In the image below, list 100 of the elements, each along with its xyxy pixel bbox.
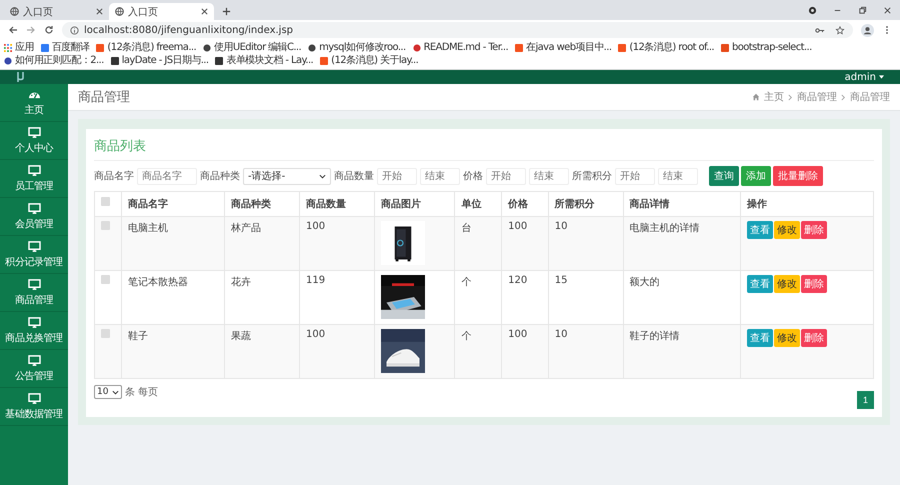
bookmark[interactable]: 在java web项目中...: [515, 41, 612, 54]
filter-label: 价格: [463, 170, 483, 183]
row-action-button[interactable]: 修改: [774, 275, 800, 293]
table-cell: 119: [306, 275, 326, 286]
bookmark[interactable]: 如何用正则匹配：2...: [4, 54, 104, 67]
favicon-icon: [721, 44, 729, 52]
browser-tab[interactable]: 入口页: [4, 3, 109, 20]
checkbox[interactable]: [101, 329, 110, 338]
input-field[interactable]: 商品名字: [137, 168, 197, 184]
table-cell: 100: [508, 329, 528, 340]
table-cell: 电脑主机: [128, 223, 168, 234]
column-header: 商品图片: [380, 199, 421, 210]
table-cell: 笔记本散热器: [128, 277, 188, 288]
home-icon: [752, 93, 760, 101]
page-title: 商品管理: [78, 89, 130, 106]
bookmark[interactable]: (12条消息) 关于lay...: [320, 54, 418, 67]
page-size-label: 条 每页: [125, 386, 158, 399]
filter-label: 商品名字: [94, 170, 134, 183]
filter-label: 所需积分: [572, 170, 612, 183]
bookmark[interactable]: mysql如何修改roo...: [308, 41, 406, 54]
page-button[interactable]: 1: [856, 391, 874, 409]
breadcrumb-link[interactable]: 商品管理: [850, 90, 890, 104]
favicon-icon: [618, 44, 626, 52]
column-header: 商品详情: [630, 199, 670, 210]
browser-tab[interactable]: 入口页: [109, 3, 214, 20]
breadcrumb-link[interactable]: 主页: [764, 90, 784, 104]
globe-icon: [10, 7, 19, 16]
bookmark[interactable]: (12条消息) root of...: [618, 41, 714, 54]
table-cell: 100: [306, 329, 326, 340]
bookmark[interactable]: bootstrap-select...: [721, 41, 812, 54]
close-icon[interactable]: [883, 6, 892, 14]
grid-icon: [4, 44, 12, 52]
bookmark[interactable]: README.md - Ter...: [412, 41, 508, 54]
row-action-button[interactable]: 删除: [801, 275, 827, 293]
record-icon[interactable]: [808, 6, 817, 14]
bookmark[interactable]: 表单模块文档 - Lay...: [215, 54, 314, 67]
close-icon[interactable]: [201, 8, 208, 15]
chevron-down-icon: [319, 174, 326, 178]
user-menu[interactable]: admin: [844, 72, 900, 82]
address-field[interactable]: localhost:8080/jifenguanlixitong/index.jsp: [62, 22, 853, 38]
row-action-button[interactable]: 修改: [774, 221, 800, 239]
plus-icon[interactable]: [222, 7, 231, 16]
monitor-icon: [28, 278, 40, 290]
caret-icon: [879, 75, 884, 79]
column-header: 所需积分: [554, 199, 595, 210]
table-cell: 100: [306, 221, 326, 232]
table-cell: 台: [461, 223, 472, 234]
input-field[interactable]: 结束: [658, 168, 698, 184]
bookmark[interactable]: (12条消息) freema...: [96, 41, 196, 54]
monitor-icon: [28, 354, 40, 366]
chevron-icon: [788, 94, 793, 100]
monitor-icon: [28, 164, 40, 176]
card-title: 商品列表: [94, 133, 874, 161]
row-action-button[interactable]: 删除: [801, 221, 827, 239]
favicon-icon: [515, 44, 524, 52]
table-cell: 果蔬: [231, 331, 252, 342]
avatar-icon[interactable]: [861, 24, 874, 36]
row-action-button[interactable]: 修改: [774, 329, 800, 347]
table-cell: 100: [508, 221, 528, 232]
table-cell: 电脑主机的详情: [630, 223, 700, 234]
input-field[interactable]: 开始: [615, 168, 655, 184]
bookmark[interactable]: 百度翻译: [40, 41, 90, 54]
chevron-down-icon: [112, 390, 119, 394]
reload-icon[interactable]: [44, 25, 54, 35]
globe-icon: [115, 7, 124, 16]
back-icon[interactable]: [8, 25, 18, 35]
column-header: 操作: [747, 199, 767, 210]
column-header: 商品名字: [128, 199, 168, 210]
bookmark[interactable]: 应用: [4, 41, 34, 54]
table-cell: 10: [554, 221, 568, 232]
row-action-button[interactable]: 删除: [801, 329, 827, 347]
bookmark[interactable]: 使用UEditor 编辑C...: [203, 41, 302, 54]
checkbox[interactable]: [101, 221, 110, 230]
breadcrumb-link[interactable]: 商品管理: [797, 90, 837, 104]
key-icon[interactable]: [815, 26, 825, 34]
bookmark[interactable]: layDate - JS日期与...: [110, 54, 208, 67]
action-button[interactable]: 批量删除: [773, 166, 823, 186]
table-cell: 10: [554, 329, 568, 340]
star-icon[interactable]: [835, 26, 845, 34]
column-header: 价格: [508, 199, 528, 210]
checkbox[interactable]: [101, 275, 110, 284]
checkbox[interactable]: [101, 197, 110, 206]
close-icon[interactable]: [96, 8, 103, 15]
table-cell: 鞋子的详情: [630, 331, 680, 342]
filter-label: 商品种类: [200, 170, 240, 183]
table-cell: 林产品: [231, 223, 262, 234]
action-button[interactable]: 查询: [709, 166, 739, 186]
favicon-icon: [4, 56, 12, 64]
table-cell: 个: [461, 277, 472, 288]
restore-icon[interactable]: [858, 6, 867, 14]
select-field[interactable]: -请选择-: [243, 168, 331, 184]
input-field[interactable]: 开始: [486, 168, 526, 184]
table-cell: 15: [554, 275, 568, 286]
page-size-select[interactable]: 10: [94, 385, 122, 399]
input-field[interactable]: 结束: [420, 168, 460, 184]
input-field[interactable]: 开始: [377, 168, 417, 184]
column-header: 商品数量: [306, 199, 346, 210]
input-field[interactable]: 结束: [529, 168, 569, 184]
filter-label: 商品数量: [334, 170, 374, 183]
table-cell: 鞋子: [128, 331, 148, 342]
